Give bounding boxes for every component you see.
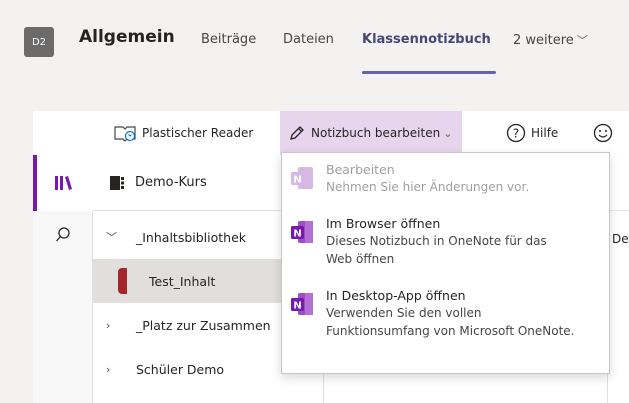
tab-beitraege[interactable]: Beiträge [201, 32, 256, 47]
pencil-icon [290, 126, 304, 140]
tab-more[interactable]: 2 weitere ﹀ [513, 32, 588, 48]
svg-text:N: N [293, 229, 301, 240]
chevron-down-icon: ﹀ [576, 34, 588, 47]
immersive-reader-button[interactable]: Plastischer Reader [113, 111, 253, 155]
onenote-toolbar: Plastischer Reader Notizbuch bearbeiten … [33, 111, 629, 155]
chevron-down-icon: ⌄ [443, 126, 453, 140]
chevron-right-icon: › [106, 318, 111, 332]
menu-item-open-in-desktop-app[interactable]: N In Desktop-App öffnen Verwenden Sie de… [282, 287, 609, 340]
active-tab-indicator [362, 71, 496, 74]
onenote-icon: N [291, 167, 313, 189]
library-icon [55, 176, 72, 190]
menu-item-description: Dieses Notizbuch in OneNote für das Web … [326, 234, 547, 266]
tab-dateien[interactable]: Dateien [283, 32, 334, 47]
menu-item-open-in-browser[interactable]: N Im Browser öffnen Dieses Notizbuch in … [282, 215, 609, 268]
menu-item-title: Im Browser öffnen [326, 216, 441, 231]
menu-item-title: In Desktop-App öffnen [326, 288, 466, 303]
feedback-button[interactable] [593, 111, 618, 155]
smiley-icon [593, 123, 613, 143]
onenote-icon: N [291, 293, 313, 315]
edit-notebook-button[interactable]: Notizbuch bearbeiten ⌄ [280, 111, 463, 155]
help-icon: ? [506, 123, 526, 143]
notebooks-button[interactable] [33, 155, 93, 211]
rail-selection-indicator [33, 155, 37, 211]
section-color-marker [118, 268, 127, 294]
onenote-icon: N [291, 221, 313, 243]
chevron-down-icon: ﹀ [106, 231, 117, 244]
app-header: D2 Allgemein Beiträge Dateien Klassennot… [0, 0, 629, 82]
page-list-item[interactable]: De [612, 232, 629, 246]
search-button[interactable] [33, 215, 93, 255]
team-avatar[interactable]: D2 [24, 27, 54, 57]
team-name: Allgemein [79, 27, 175, 47]
help-button[interactable]: ? Hilfe [506, 111, 558, 155]
menu-item-title: Bearbeiten [326, 162, 395, 177]
menu-item-edit: N Bearbeiten Nehmen Sie hier Änderungen … [282, 161, 609, 196]
chevron-right-icon: › [106, 362, 111, 376]
search-icon [56, 227, 70, 242]
immersive-reader-icon [114, 126, 136, 142]
menu-item-description: Nehmen Sie hier Änderungen vor. [326, 180, 530, 194]
edit-notebook-menu: N Bearbeiten Nehmen Sie hier Änderungen … [281, 152, 610, 374]
svg-text:N: N [293, 175, 301, 186]
svg-text:?: ? [513, 127, 519, 141]
notebook-icon [110, 175, 124, 190]
menu-item-description: Verwenden Sie den vollen Funktionsumfang… [326, 306, 575, 338]
svg-text:N: N [293, 301, 301, 312]
left-rail [33, 155, 93, 403]
tab-klassennotizbuch[interactable]: Klassennotizbuch [362, 32, 491, 47]
